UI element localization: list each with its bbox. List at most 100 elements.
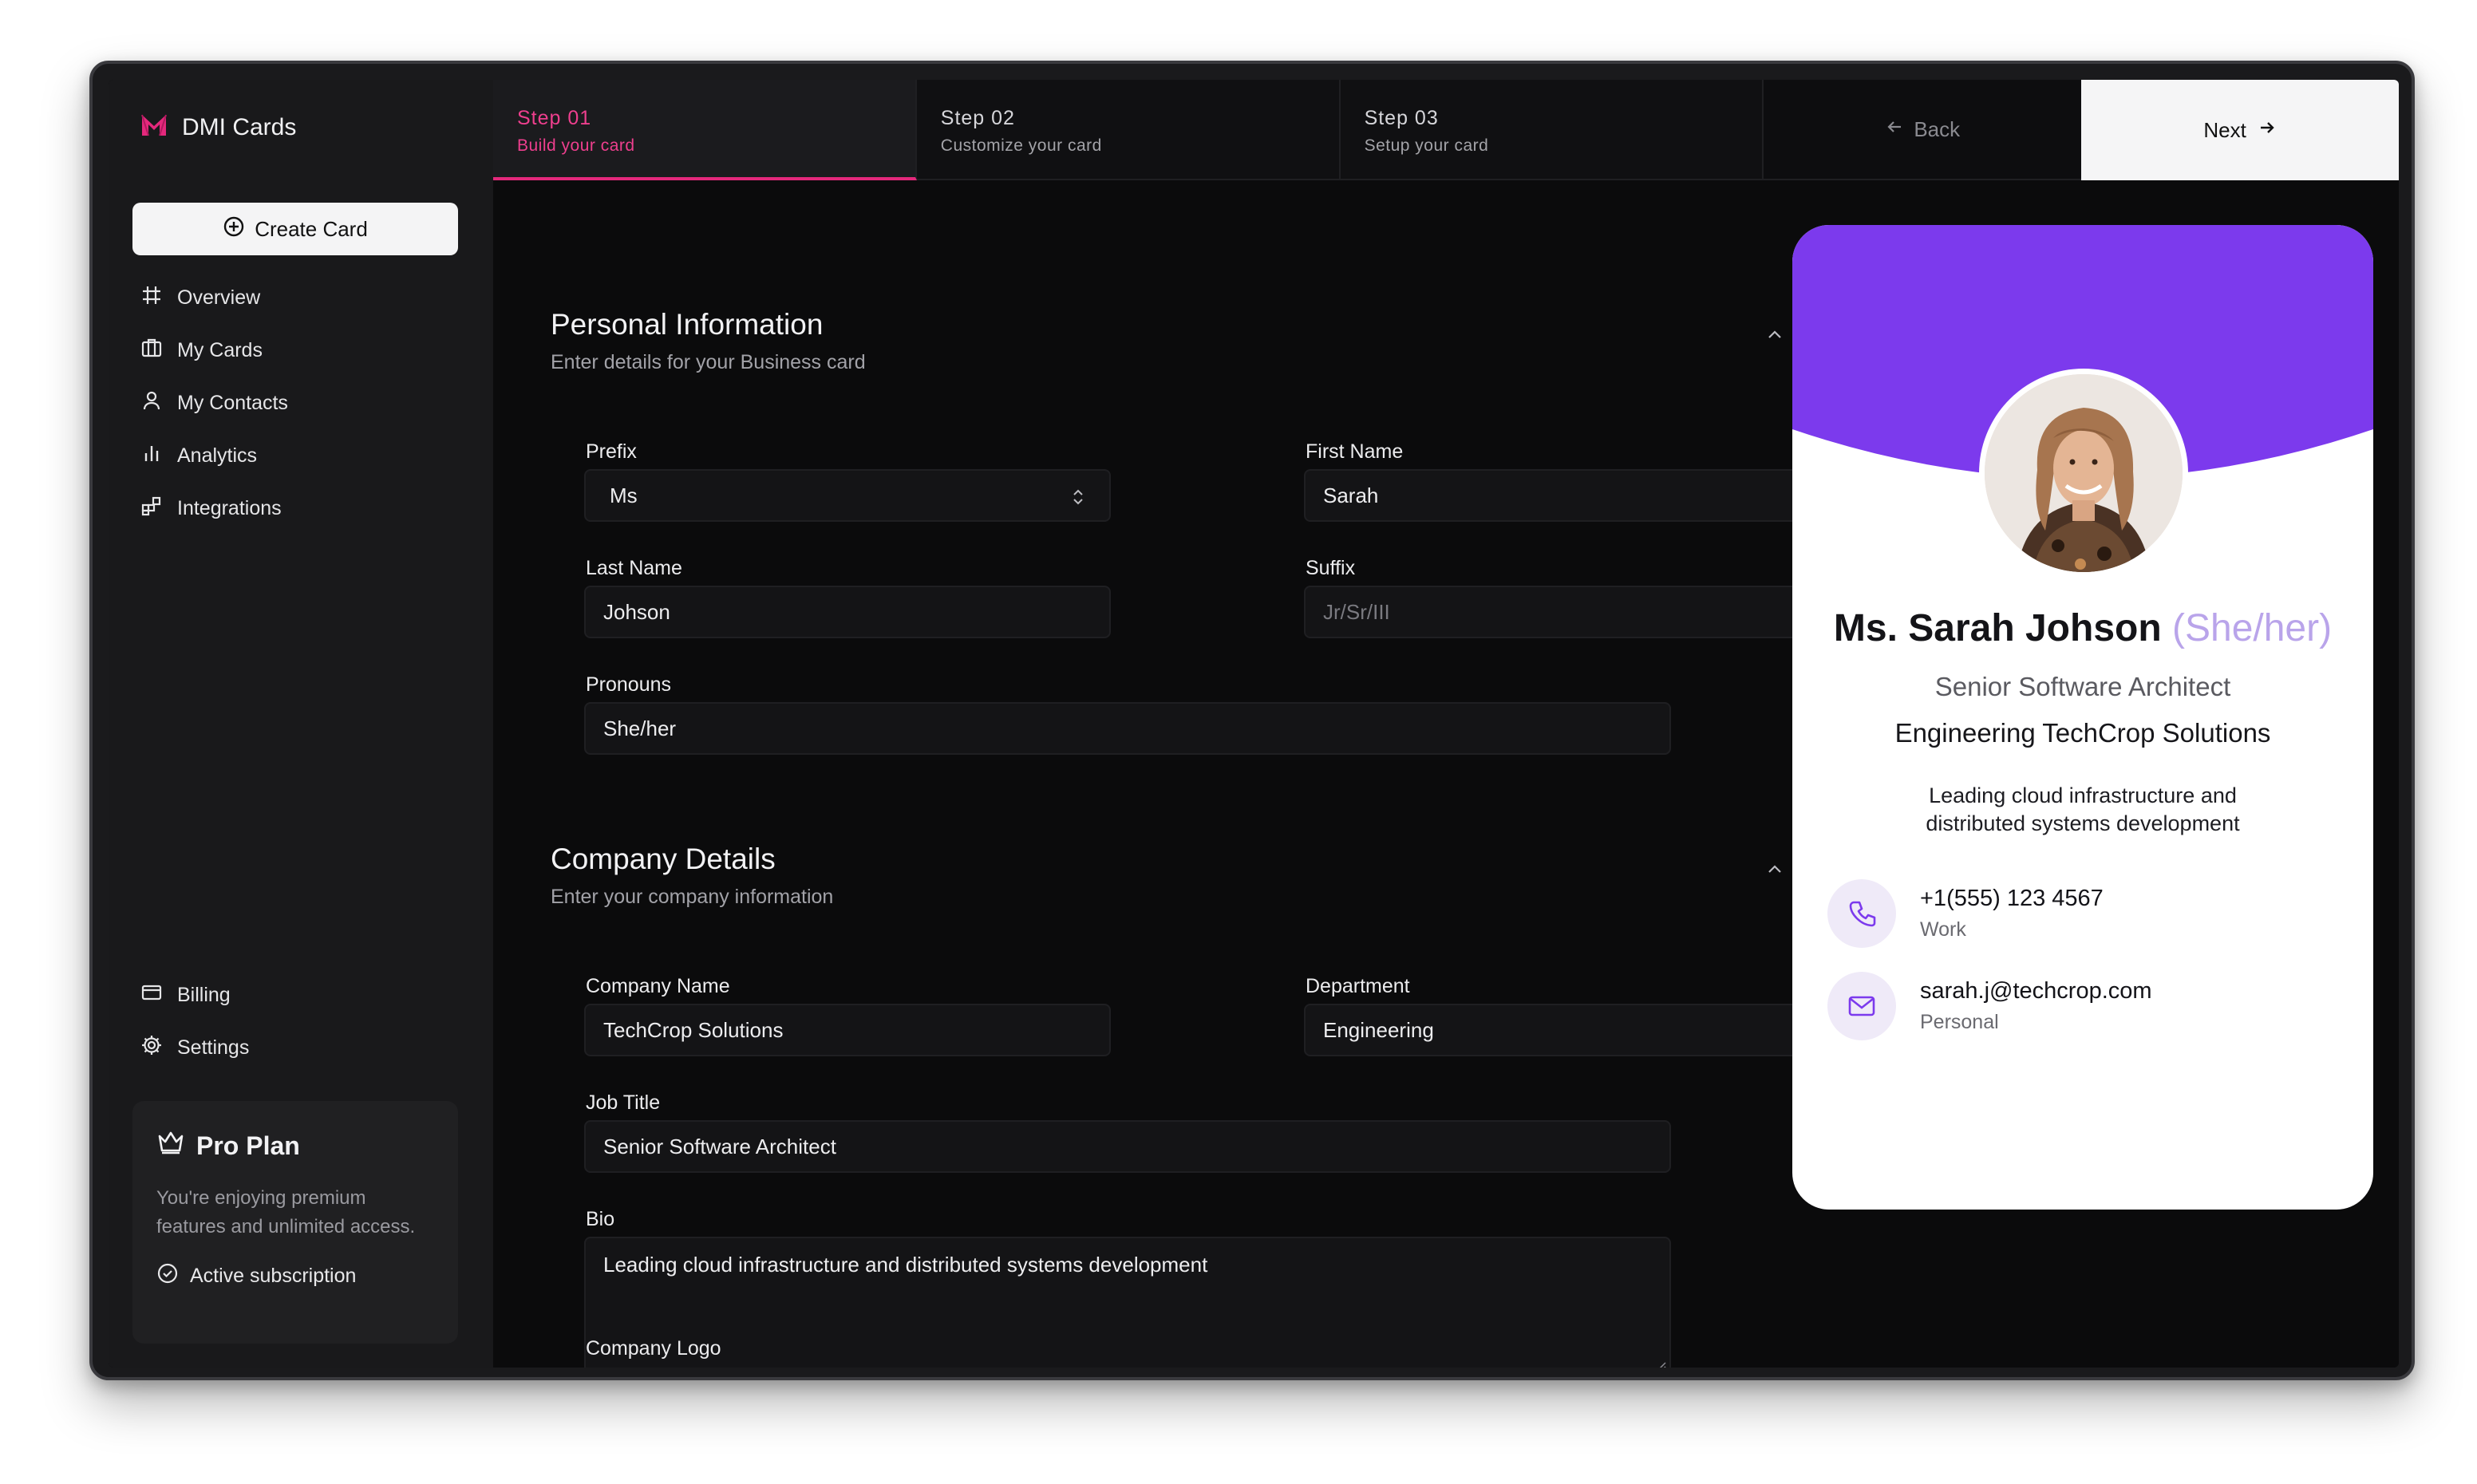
contact-phone[interactable]: +1(555) 123 4567 Work <box>1827 879 2104 948</box>
prefix-label: Prefix <box>586 440 637 463</box>
check-circle-icon <box>156 1262 179 1290</box>
pronouns-field[interactable]: She/her <box>584 702 1671 755</box>
pro-plan-card: Pro Plan You're enjoying premium feature… <box>132 1101 458 1344</box>
sidebar-item-label: Analytics <box>177 444 258 467</box>
personal-section-subtitle: Enter details for your Business card <box>551 351 866 373</box>
app-screen: DMI Cards Create Card Overview My Cards … <box>109 80 2399 1368</box>
tab-step-02[interactable]: Step 02 Customize your card <box>916 80 1341 180</box>
step-label: Build your card <box>517 136 635 155</box>
sidebar-item-label: Integrations <box>177 496 282 519</box>
next-label: Next <box>2203 117 2246 142</box>
preview-company: Engineering TechCrop Solutions <box>1894 718 2271 748</box>
chevron-up-icon[interactable] <box>1767 329 1783 344</box>
sidebar-item-billing[interactable]: Billing <box>140 969 460 1021</box>
sidebar: DMI Cards Create Card Overview My Cards … <box>109 80 493 1368</box>
brand-name: DMI Cards <box>182 113 297 140</box>
arrow-left-icon <box>1885 117 1904 142</box>
pro-plan-title-text: Pro Plan <box>196 1131 300 1160</box>
sidebar-bottom-nav: Billing Settings <box>140 969 460 1074</box>
sidebar-item-my-contacts[interactable]: My Contacts <box>140 377 460 429</box>
email-value: sarah.j@techcrop.com <box>1920 978 2152 1004</box>
first-name-field[interactable]: Sarah <box>1304 469 1831 522</box>
bio-label: Bio <box>586 1208 615 1230</box>
sidebar-item-analytics[interactable]: Analytics <box>140 429 460 482</box>
preview-pronouns: (She/her) <box>2172 607 2333 649</box>
gear-icon <box>140 1034 163 1062</box>
preview-bio: Leading cloud infrastructure and distrib… <box>1926 783 2240 835</box>
step-number: Step 01 <box>517 107 592 129</box>
sidebar-item-my-cards[interactable]: My Cards <box>140 324 460 377</box>
company-section-title: Company Details <box>551 843 776 875</box>
sidebar-nav: Overview My Cards My Contacts Analytics … <box>140 271 460 535</box>
step-label: Customize your card <box>940 136 1102 155</box>
device-frame: DMI Cards Create Card Overview My Cards … <box>89 61 2415 1380</box>
last-name-label: Last Name <box>586 557 682 579</box>
chevron-up-icon[interactable] <box>1767 863 1783 878</box>
credit-card-icon <box>140 981 163 1009</box>
card-form: Personal Information Enter details for y… <box>493 180 1831 1368</box>
company-logo-label: Company Logo <box>586 1337 721 1360</box>
suffix-field[interactable]: Jr/Sr/III <box>1304 586 1831 638</box>
brand[interactable]: DMI Cards <box>140 113 296 141</box>
personal-section-title: Personal Information <box>551 308 824 341</box>
plus-circle-icon <box>223 215 245 243</box>
step-label: Setup your card <box>1364 136 1489 155</box>
department-field[interactable]: Engineering <box>1304 1004 1831 1056</box>
phone-text: +1(555) 123 4567 Work <box>1920 886 2104 941</box>
create-card-button[interactable]: Create Card <box>132 203 458 255</box>
sidebar-item-label: My Cards <box>177 338 263 361</box>
last-name-field[interactable]: Johson <box>584 586 1111 638</box>
prefix-value: Ms <box>610 483 638 507</box>
chevron-up-down-icon <box>1071 487 1085 513</box>
preview-name: Ms. Sarah Johson (She/her) <box>1792 606 2373 650</box>
phone-icon <box>1827 879 1896 948</box>
pro-plan-description: You're enjoying premium features and unl… <box>156 1187 416 1237</box>
phone-type: Work <box>1920 918 1966 941</box>
suffix-label: Suffix <box>1306 557 1356 579</box>
sidebar-item-settings[interactable]: Settings <box>140 1021 460 1074</box>
job-title-field[interactable]: Senior Software Architect <box>584 1120 1671 1173</box>
sidebar-item-label: Billing <box>177 983 231 1006</box>
email-text: sarah.j@techcrop.com Personal <box>1920 978 2152 1034</box>
next-button[interactable]: Next <box>2081 80 2399 180</box>
bar-chart-icon <box>140 442 163 470</box>
sidebar-item-overview[interactable]: Overview <box>140 271 460 324</box>
user-icon <box>140 389 163 417</box>
sidebar-item-label: My Contacts <box>177 391 288 414</box>
email-type: Personal <box>1920 1011 1999 1033</box>
company-name-label: Company Name <box>586 975 730 997</box>
company-section-subtitle: Enter your company information <box>551 886 834 908</box>
resize-handle-icon[interactable] <box>1655 1352 1666 1368</box>
pronouns-label: Pronouns <box>586 673 672 696</box>
first-name-label: First Name <box>1306 440 1404 463</box>
card-preview: Ms. Sarah Johson (She/her) Senior Softwa… <box>1792 225 2373 1210</box>
bio-textarea[interactable]: Leading cloud infrastructure and distrib… <box>584 1237 1671 1368</box>
subscription-status: Active subscription <box>156 1262 434 1290</box>
company-name-field[interactable]: TechCrop Solutions <box>584 1004 1111 1056</box>
bio-value: Leading cloud infrastructure and distrib… <box>603 1253 1208 1277</box>
sidebar-item-integrations[interactable]: Integrations <box>140 482 460 535</box>
contact-email[interactable]: sarah.j@techcrop.com Personal <box>1827 972 2152 1040</box>
cards-icon <box>140 337 163 365</box>
phone-value: +1(555) 123 4567 <box>1920 886 2104 911</box>
step-number: Step 03 <box>1364 107 1439 129</box>
create-card-label: Create Card <box>255 216 368 241</box>
hash-icon <box>140 284 163 312</box>
tab-step-03[interactable]: Step 03 Setup your card <box>1340 80 1764 180</box>
job-title-label: Job Title <box>586 1091 661 1114</box>
preview-job-title: Senior Software Architect <box>1934 672 2231 701</box>
crown-icon <box>156 1130 185 1162</box>
sidebar-item-label: Settings <box>177 1036 250 1059</box>
stepper: Step 01 Build your card Step 02 Customiz… <box>493 80 2399 180</box>
preview-full-name: Ms. Sarah Johson <box>1833 607 2162 649</box>
arrow-right-icon <box>2258 118 2277 143</box>
pro-plan-title: Pro Plan <box>156 1130 434 1162</box>
back-button[interactable]: Back <box>1764 80 2082 180</box>
tab-step-01[interactable]: Step 01 Build your card <box>493 80 917 180</box>
mail-icon <box>1827 972 1896 1040</box>
step-number: Step 02 <box>940 107 1015 129</box>
subscription-status-text: Active subscription <box>190 1265 357 1287</box>
blocks-icon <box>140 495 163 523</box>
dmi-logo-icon <box>140 113 168 141</box>
prefix-select[interactable]: Ms <box>584 469 1111 522</box>
